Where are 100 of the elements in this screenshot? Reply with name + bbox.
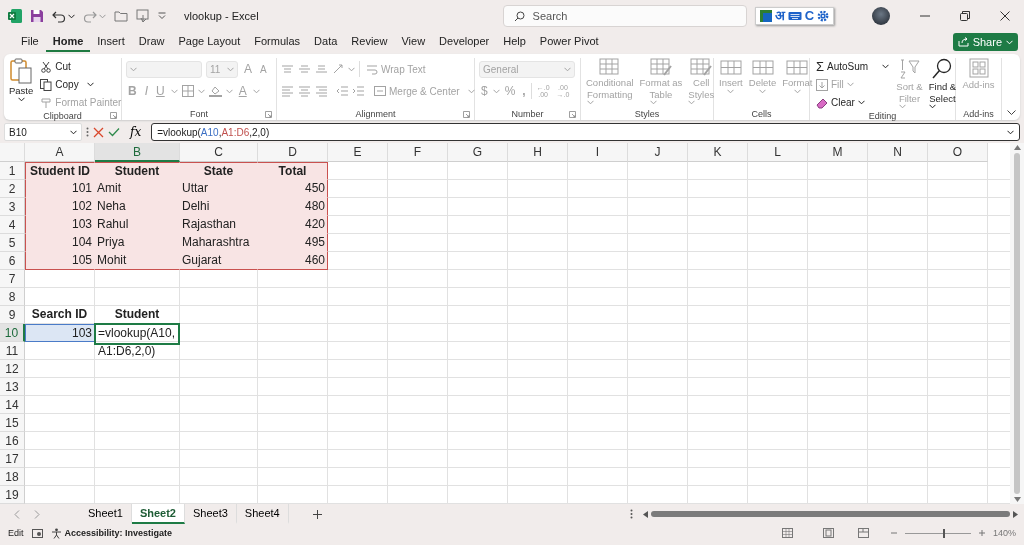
row-header[interactable]: 12 [0,360,25,378]
ribbon-tab[interactable]: Help [496,32,533,52]
ribbon-tab[interactable]: Insert [90,32,132,52]
ribbon-tab[interactable]: Page Layout [171,32,248,52]
search-icon [513,10,525,22]
column-header[interactable]: M [808,143,868,162]
scroll-up-icon [1013,145,1021,150]
sheet-tab[interactable]: Sheet2 [131,504,185,524]
ribbon-tab[interactable]: Developer [432,32,497,52]
ribbon-tab[interactable]: Home [45,32,91,52]
row-header[interactable]: 7 [0,270,25,288]
caret-icon [929,104,937,109]
column-header[interactable]: N [868,143,928,162]
search-icon [931,58,954,80]
cell-styles-icon [690,58,713,76]
row-header[interactable]: 4 [0,216,25,234]
select-all-button[interactable] [0,143,25,162]
formula-field[interactable]: =vlookup(A10,A1:D6,2,0) [151,123,1020,141]
caret-icon [87,82,95,87]
column-header[interactable]: O [928,143,988,162]
cut-button[interactable]: Cut [38,58,124,75]
ribbon-tab[interactable]: Review [344,32,395,52]
group-label: Styles [634,108,660,119]
ribbon-tab[interactable]: Formulas [247,32,308,52]
more-icon [630,509,633,519]
dialog-launcher-icon [569,111,576,118]
row-header[interactable]: 17 [0,450,25,468]
fill-down-icon [816,78,828,91]
row-header[interactable]: 2 [0,180,25,198]
avatar[interactable] [872,7,890,25]
row-header[interactable]: 11 [0,342,25,360]
ribbon-tab[interactable]: File [14,32,46,52]
column-header[interactable]: H [508,143,568,162]
align-icon [281,85,294,97]
zoom-out-icon [890,530,897,536]
copy-button[interactable]: Copy [38,76,124,93]
horizontal-scrollbar[interactable] [651,511,1010,517]
language-bar[interactable]: अ C [754,7,835,25]
caret-icon [898,104,906,109]
find-select-button[interactable]: Find & Select [927,58,958,111]
caret-icon [17,97,25,102]
table-cell: 480 [258,198,328,216]
vertical-scrollbar[interactable] [1010,143,1024,504]
caret-icon [99,13,106,19]
group-label: Clipboard [43,111,82,121]
share-button[interactable]: Share [952,33,1018,51]
column-header[interactable]: B [95,143,180,162]
indent-icon [336,85,348,97]
borders-icon [181,85,194,97]
row-header[interactable]: 13 [0,378,25,396]
group-label: Editing [868,111,897,121]
row-header[interactable]: 19 [0,486,25,504]
column-header[interactable]: C [180,143,258,162]
settings-icon [817,10,830,22]
row-header[interactable]: 15 [0,414,25,432]
eraser-icon [816,96,828,109]
accessibility-status[interactable]: Accessibility: Investigate [64,528,173,538]
row-header[interactable]: 5 [0,234,25,252]
ribbon-tab[interactable]: View [394,32,433,52]
sheet-tab[interactable]: Sheet3 [184,504,237,524]
search-field[interactable]: Search [502,5,747,27]
row-header[interactable]: 16 [0,432,25,450]
column-header[interactable]: K [688,143,748,162]
sheet-tab[interactable]: Sheet4 [236,504,289,524]
column-header[interactable]: A [25,143,95,162]
row-header[interactable]: 8 [0,288,25,306]
folder-icon [114,10,128,22]
save-icon [30,9,44,23]
column-header[interactable]: G [448,143,508,162]
row-header[interactable]: 3 [0,198,25,216]
status-mode: Edit [8,528,24,538]
ribbon-tab[interactable]: Power Pivot [532,32,606,52]
column-header[interactable]: D [258,143,328,162]
page-layout-icon [822,528,834,538]
caret-icon [492,88,500,94]
column-header[interactable]: L [748,143,808,162]
paste-button[interactable]: Paste [8,58,35,111]
row-header[interactable]: 6 [0,252,25,270]
row-header[interactable]: 14 [0,396,25,414]
cell-editor[interactable]: =vlookup(A10, A1:D6,2,0) [95,324,180,360]
column-header[interactable]: J [628,143,688,162]
zoom-level[interactable]: 140% [992,528,1016,538]
table-cell: Student [95,162,180,180]
table-cell: Uttar [180,180,258,198]
column-header[interactable]: E [328,143,388,162]
sheet-tab[interactable]: Sheet1 [80,504,132,524]
table-cell: Neha [95,198,180,216]
column-header[interactable]: F [388,143,448,162]
clear-button[interactable]: Clear [814,94,892,111]
group-label: Alignment [355,108,396,119]
column-header[interactable]: I [568,143,628,162]
row-header[interactable]: 18 [0,468,25,486]
row-header[interactable]: 10 [0,324,25,342]
name-box[interactable]: B10 [4,123,82,141]
insert-function-button[interactable]: fx [124,124,148,140]
autosum-button[interactable]: Σ AutoSum [814,58,892,75]
row-header[interactable]: 1 [0,162,25,180]
ribbon-tab[interactable]: Draw [131,32,172,52]
ribbon-tab[interactable]: Data [307,32,345,52]
row-header[interactable]: 9 [0,306,25,324]
